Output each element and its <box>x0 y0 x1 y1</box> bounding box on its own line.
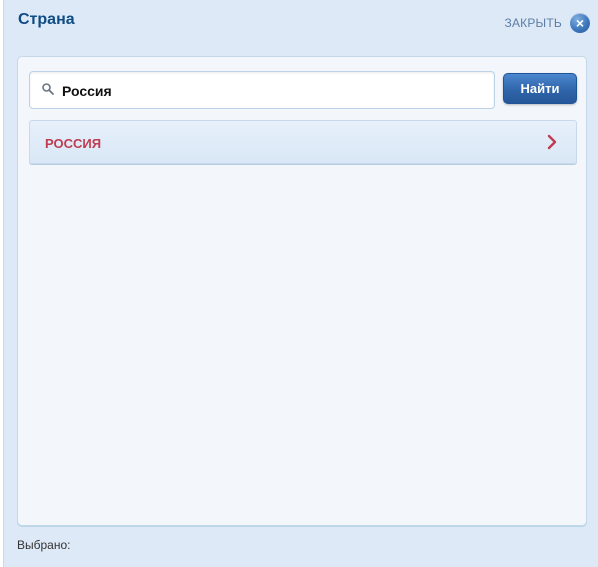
search-input[interactable] <box>62 79 482 103</box>
search-row: Найти <box>29 71 577 109</box>
dialog-title: Страна <box>18 11 75 28</box>
country-dialog: Страна ЗАКРЫТЬ × Найти РОССИЯ Выбрано: <box>3 0 598 567</box>
chevron-right-icon <box>547 134 557 150</box>
search-field[interactable] <box>29 71 495 109</box>
result-label[interactable]: РОССИЯ <box>45 136 101 151</box>
search-icon <box>42 83 54 95</box>
close-label[interactable]: ЗАКРЫТЬ <box>505 16 562 30</box>
close-dialog-button[interactable]: ЗАКРЫТЬ × <box>505 13 590 33</box>
search-button[interactable]: Найти <box>503 73 577 104</box>
result-item-russia[interactable]: РОССИЯ <box>29 120 577 164</box>
selected-status: Выбрано: <box>17 538 71 552</box>
country-panel: Найти РОССИЯ <box>17 56 587 526</box>
close-icon[interactable]: × <box>570 13 590 33</box>
